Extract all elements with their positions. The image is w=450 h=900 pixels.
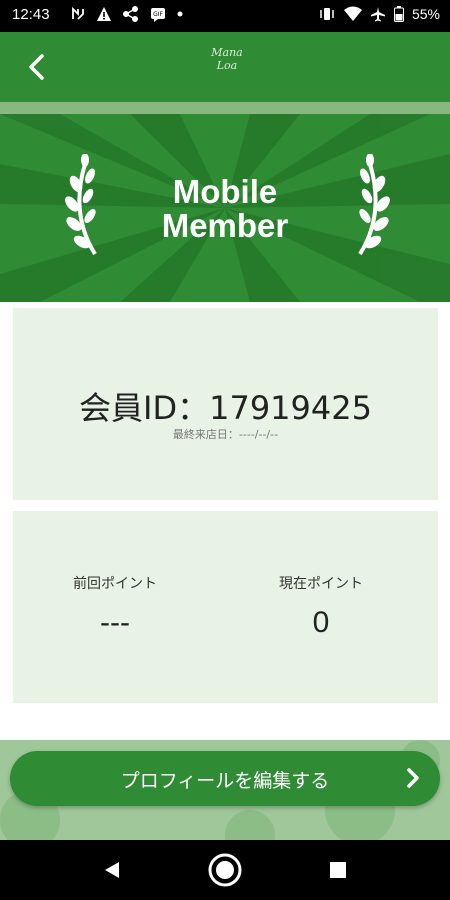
- points-card: 前回ポイント --- 現在ポイント 0: [13, 511, 438, 703]
- battery-percent: 55%: [411, 6, 440, 22]
- brand-logo: Mana Loa: [205, 46, 249, 86]
- previous-points-value: ---: [100, 606, 130, 639]
- last-visit-date: 最終来店日：----/--/--: [172, 428, 279, 441]
- airplane-icon: [370, 7, 385, 22]
- edit-profile-button[interactable]: プロフィールを編集する: [10, 751, 440, 806]
- message-icon: GIF: [151, 8, 165, 22]
- edit-profile-label: プロフィールを編集する: [120, 770, 330, 792]
- recents-square-icon[interactable]: [329, 861, 347, 879]
- back-button[interactable]: [20, 50, 54, 84]
- wifi-icon: [343, 6, 362, 21]
- laurel-right-icon: [358, 154, 390, 256]
- dot-icon: [177, 11, 183, 17]
- vibrate-icon: [320, 8, 334, 20]
- logo-line1: Mana: [211, 46, 243, 59]
- status-left-icons: GIF: [70, 6, 184, 22]
- back-triangle-icon[interactable]: [103, 861, 121, 879]
- app-header: Mana Loa: [0, 32, 450, 102]
- status-right-icons: 55%: [318, 6, 440, 22]
- chevron-left-icon: [29, 54, 44, 80]
- system-nav-bar: [0, 840, 450, 900]
- svg-text:GIF: GIF: [153, 11, 163, 18]
- nfc-icon: [72, 6, 84, 20]
- chevron-right-icon: [407, 768, 419, 788]
- logo-line2: Loa: [216, 59, 238, 72]
- header-divider-band: [0, 102, 450, 114]
- home-circle-icon[interactable]: [207, 852, 243, 888]
- member-id-card: 会員ID：17919425 最終来店日：----/--/--: [13, 308, 438, 500]
- member-banner: Mobile Member: [0, 114, 450, 302]
- battery-icon: [393, 6, 404, 22]
- previous-points-label: 前回ポイント: [73, 576, 157, 592]
- network-share-icon: [123, 6, 138, 22]
- status-bar: 12:43 GIF 55%: [0, 0, 450, 32]
- current-points-label: 現在ポイント: [279, 576, 363, 592]
- current-points-value: 0: [312, 606, 330, 639]
- warning-icon: [97, 7, 111, 21]
- member-id-text: 会員ID：17919425: [79, 389, 372, 427]
- status-time: 12:43: [12, 6, 50, 23]
